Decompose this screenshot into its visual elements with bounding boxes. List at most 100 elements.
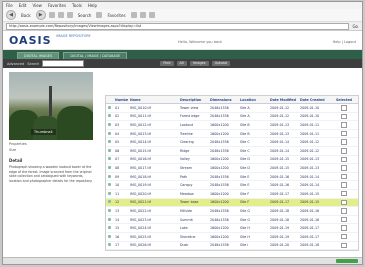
row-select-checkbox[interactable] xyxy=(328,130,358,137)
checkbox-icon[interactable] xyxy=(341,148,347,154)
star-icon[interactable] xyxy=(96,12,103,18)
table-row[interactable]: 14 IMG_0023.tif Summit 2048x1536 Site G 2009-… xyxy=(106,216,358,225)
table-row[interactable]: 17 IMG_0026.tif Dusk 2048x1536 Site I 2009-01… xyxy=(106,242,358,251)
row-select-checkbox[interactable] xyxy=(328,199,358,206)
favorites-button[interactable]: Favorites xyxy=(105,13,127,18)
row-select-checkbox[interactable] xyxy=(328,216,358,223)
checkbox-icon[interactable] xyxy=(341,233,347,240)
checkbox-icon[interactable] xyxy=(341,182,347,188)
row-location: Site G xyxy=(240,217,250,222)
checkbox-icon[interactable] xyxy=(341,208,347,214)
row-select-checkbox[interactable] xyxy=(328,113,358,120)
header-links[interactable]: Help | Logout xyxy=(333,40,356,44)
row-select-checkbox[interactable] xyxy=(328,182,358,188)
search-button[interactable]: Search xyxy=(76,13,94,18)
checkbox-icon[interactable] xyxy=(341,242,347,249)
table-row[interactable]: 13 IMG_0022.tif Hillside 2048x1536 Site G 200… xyxy=(106,207,358,216)
stop-icon[interactable] xyxy=(48,12,55,18)
status-indicator xyxy=(336,259,358,263)
row-description: Summit xyxy=(180,217,193,222)
checkbox-icon[interactable] xyxy=(341,199,347,206)
checkbox-icon[interactable] xyxy=(341,122,347,128)
checkbox-icon[interactable] xyxy=(341,139,347,145)
checkbox-icon[interactable] xyxy=(341,190,347,197)
browser-window: File Edit View Favorites Tools Help ◀ Ba… xyxy=(2,1,363,265)
checkbox-icon[interactable] xyxy=(341,165,347,171)
row-date-created: 2009-01-17 xyxy=(300,234,320,239)
table-row[interactable]: 01 IMG_0010.tif Tower view 2048x1536 Site A 2… xyxy=(106,104,358,113)
checkbox-icon[interactable] xyxy=(341,113,347,120)
table-row[interactable]: 10 IMG_0019.tif Canopy 2048x1536 Site E 2009-… xyxy=(106,181,358,190)
col-name[interactable]: Name xyxy=(128,98,178,102)
table-row[interactable]: 07 IMG_0016.tif Valley 1600x1200 Site D 2009-… xyxy=(106,156,358,165)
table-row[interactable]: 08 IMG_0017.tif Stream 1600x1200 Site D 2009-… xyxy=(106,164,358,173)
go-button[interactable]: Go xyxy=(352,24,362,29)
row-select-checkbox[interactable] xyxy=(328,242,358,249)
row-description: Tower base xyxy=(180,200,199,205)
row-select-checkbox[interactable] xyxy=(328,225,358,231)
checkbox-icon[interactable] xyxy=(341,173,347,180)
row-select-checkbox[interactable] xyxy=(328,208,358,214)
col-dimensions[interactable]: Dimensions xyxy=(208,98,238,102)
forward-icon[interactable]: ▶ xyxy=(35,10,46,20)
menu-view[interactable]: View xyxy=(32,3,42,8)
refresh-icon[interactable] xyxy=(57,12,64,18)
back-icon[interactable]: ◀ xyxy=(6,10,16,20)
table-row[interactable]: 06 IMG_0015.tif Ridge 2048x1536 Site C 2009-0… xyxy=(106,147,358,156)
table-row[interactable]: 04 IMG_0013.tif Treeline 1600x1200 Site B 200… xyxy=(106,130,358,139)
row-select-checkbox[interactable] xyxy=(328,190,358,197)
table-row[interactable]: 09 IMG_0018.tif Path 2048x1536 Site E 2009-01… xyxy=(106,173,358,182)
advanced-label[interactable]: Advanced xyxy=(7,62,24,66)
menu-help[interactable]: Help xyxy=(88,3,97,8)
row-select-checkbox[interactable] xyxy=(328,233,358,240)
app-logo[interactable]: OASIS IMAGE REPOSITORY xyxy=(9,34,91,47)
checkbox-icon[interactable] xyxy=(341,225,347,231)
col-selected[interactable]: Selected xyxy=(328,98,358,102)
row-select-checkbox[interactable] xyxy=(328,122,358,128)
menu-tools[interactable]: Tools xyxy=(72,3,82,8)
row-date-modified: 2009-01-19 xyxy=(270,226,290,231)
menu-file[interactable]: File xyxy=(6,3,13,8)
image-file-icon xyxy=(108,243,111,247)
checkbox-icon[interactable] xyxy=(341,216,347,223)
table-row[interactable]: 15 IMG_0024.tif Lake 1600x1200 Site H 2009-01… xyxy=(106,224,358,233)
row-icon xyxy=(106,157,113,161)
row-select-checkbox[interactable] xyxy=(328,173,358,180)
row-dimensions: 1600x1200 xyxy=(210,157,229,162)
table-row[interactable]: 16 IMG_0025.tif Shoreline 1600x1200 Site H 20… xyxy=(106,233,358,242)
row-select-checkbox[interactable] xyxy=(328,148,358,154)
table-row[interactable]: 02 IMG_0011.tif Forest edge 2048x1536 Site A… xyxy=(106,113,358,122)
row-select-checkbox[interactable] xyxy=(328,105,358,111)
row-dimensions: 1600x1200 xyxy=(210,234,229,239)
row-dimensions: 2048x1536 xyxy=(210,140,229,145)
image-file-icon xyxy=(108,105,111,109)
table-row[interactable]: 05 IMG_0014.tif Clearing 2048x1536 Site C 200… xyxy=(106,138,358,147)
col-date-modified[interactable]: Date Modified xyxy=(268,98,298,102)
col-location[interactable]: Location xyxy=(238,98,268,102)
mail-icon[interactable] xyxy=(139,12,146,18)
col-description[interactable]: Description xyxy=(178,98,208,102)
col-date-created[interactable]: Date Created xyxy=(298,98,328,102)
preview-image[interactable]: Thumbnail xyxy=(9,72,93,140)
checkbox-icon[interactable] xyxy=(341,130,347,137)
tab-image-database[interactable]: DIGITAL / IMAGE / DATABASE xyxy=(63,52,128,59)
row-date-modified: 2009-01-15 xyxy=(270,157,290,162)
table-row[interactable]: 12 IMG_0021.tif Tower base 1600x1200 Site F 2… xyxy=(106,198,358,208)
checkbox-icon[interactable] xyxy=(341,156,347,163)
history-icon[interactable] xyxy=(130,12,137,18)
table-row[interactable]: 11 IMG_0020.tif Meadow 1600x1200 Site F 2009-… xyxy=(106,190,358,199)
tab-digital-images[interactable]: DIGITAL IMAGES xyxy=(17,52,60,59)
back-button[interactable]: Back xyxy=(19,13,33,18)
row-select-checkbox[interactable] xyxy=(328,139,358,145)
address-input[interactable]: http://oasis.example.com/Repository/Imag… xyxy=(6,22,350,30)
col-number[interactable]: Number xyxy=(113,98,128,102)
menu-edit[interactable]: Edit xyxy=(19,3,27,8)
row-select-checkbox[interactable] xyxy=(328,165,358,171)
checkbox-icon[interactable] xyxy=(341,105,347,111)
table-row[interactable]: 03 IMG_0012.tif Lookout 1600x1200 Site B 2009… xyxy=(106,121,358,130)
home-icon[interactable] xyxy=(66,12,73,18)
row-select-checkbox[interactable] xyxy=(328,156,358,163)
row-name: IMG_0020.tif xyxy=(130,191,151,196)
menu-favorites[interactable]: Favorites xyxy=(48,3,66,8)
print-icon[interactable] xyxy=(148,12,155,18)
